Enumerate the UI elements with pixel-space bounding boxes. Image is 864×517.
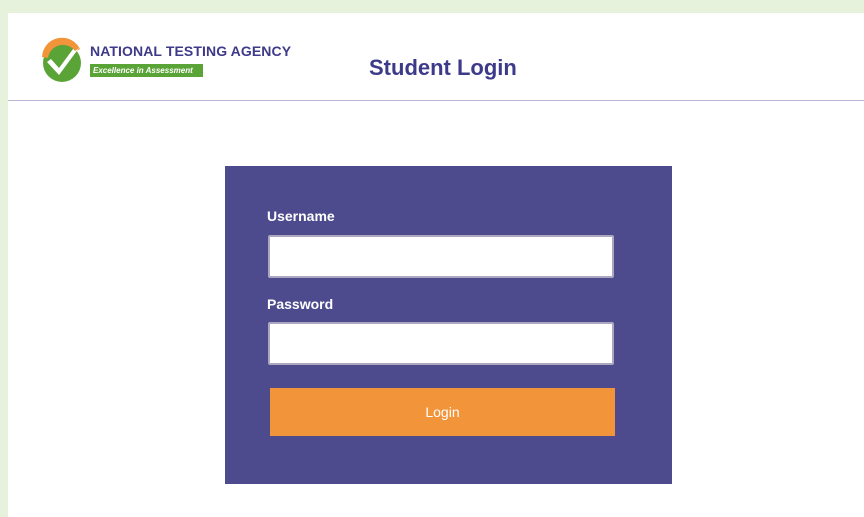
username-input[interactable] bbox=[268, 235, 614, 278]
login-panel: Username Password Login bbox=[225, 166, 672, 484]
page-frame: NATIONAL TESTING AGENCY Excellence in As… bbox=[8, 13, 864, 517]
username-label: Username bbox=[267, 208, 335, 224]
nta-checkmark-logo-icon bbox=[42, 37, 81, 82]
page-title: Student Login bbox=[369, 55, 517, 80]
page-header: NATIONAL TESTING AGENCY Excellence in As… bbox=[8, 13, 864, 101]
login-button[interactable]: Login bbox=[270, 388, 615, 436]
password-input[interactable] bbox=[268, 322, 614, 365]
brand-name: NATIONAL TESTING AGENCY bbox=[90, 43, 292, 59]
password-label: Password bbox=[267, 296, 334, 312]
brand-tagline: Excellence in Assessment bbox=[90, 64, 203, 77]
